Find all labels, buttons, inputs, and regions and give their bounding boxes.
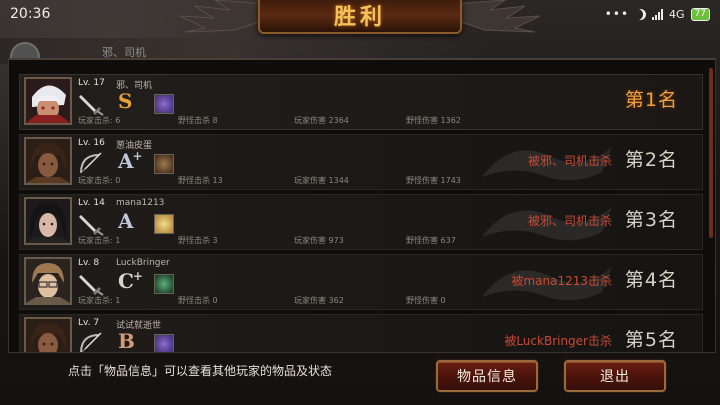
player-kills: 玩家击杀: 6 bbox=[78, 116, 121, 125]
avatar[interactable] bbox=[24, 257, 72, 305]
monster-kills: 野怪击杀 3 bbox=[178, 236, 218, 245]
sword-icon bbox=[79, 95, 104, 116]
player-row: Lv. 17 邪、司机 S 玩家击杀: 6 野怪击杀 8 玩家伤害 2364 野… bbox=[19, 74, 703, 130]
rank-label: 第1名 bbox=[624, 89, 678, 111]
avatar[interactable] bbox=[24, 77, 72, 125]
bow-icon bbox=[80, 152, 102, 174]
sword-icon bbox=[79, 275, 104, 296]
monster-damage: 野怪伤害 637 bbox=[406, 236, 456, 245]
player-level: Lv. 17 bbox=[78, 78, 105, 88]
avatar[interactable] bbox=[24, 137, 72, 185]
player-row: Lv. 7 试试就逝世 B 被LuckBringer击杀 第5名 bbox=[19, 314, 703, 353]
rank-label: 第3名 bbox=[624, 209, 678, 231]
player-damage: 玩家伤害 362 bbox=[294, 296, 344, 305]
performance-grade: B bbox=[118, 329, 135, 353]
player-level: Lv. 7 bbox=[78, 318, 100, 328]
monster-kills: 野怪击杀 8 bbox=[178, 116, 218, 125]
player-level: Lv. 14 bbox=[78, 198, 105, 208]
performance-grade: A+ bbox=[118, 149, 143, 173]
bow-icon bbox=[80, 332, 102, 352]
item-icon[interactable] bbox=[154, 274, 174, 294]
player-name: LuckBringer bbox=[116, 258, 170, 268]
player-kills: 玩家击杀: 0 bbox=[78, 176, 121, 185]
avatar[interactable] bbox=[24, 197, 72, 245]
player-damage: 玩家伤害 2364 bbox=[294, 116, 349, 125]
hint-text: 点击「物品信息」可以查看其他玩家的物品及状态 bbox=[68, 364, 333, 378]
moon-icon bbox=[635, 9, 646, 20]
monster-kills: 野怪击杀 13 bbox=[178, 176, 223, 185]
player-damage: 玩家伤害 973 bbox=[294, 236, 344, 245]
scrollbar[interactable] bbox=[709, 68, 713, 238]
killed-by-text: 被邪、司机击杀 bbox=[527, 154, 612, 168]
ranking-panel[interactable]: Lv. 17 邪、司机 S 玩家击杀: 6 野怪击杀 8 玩家伤害 2364 野… bbox=[8, 58, 716, 353]
monster-damage: 野怪伤害 1743 bbox=[406, 176, 461, 185]
monster-damage: 野怪伤害 0 bbox=[406, 296, 446, 305]
rank-label: 第5名 bbox=[624, 329, 678, 351]
item-info-button[interactable]: 物品信息 bbox=[436, 360, 538, 392]
player-row: Lv. 14 mana1213 A 玩家击杀: 1 野怪击杀 3 玩家伤害 97… bbox=[19, 194, 703, 250]
item-icon[interactable] bbox=[154, 334, 174, 352]
monster-damage: 野怪伤害 1362 bbox=[406, 116, 461, 125]
performance-grade: A bbox=[118, 209, 134, 233]
item-icon[interactable] bbox=[154, 214, 174, 234]
clock: 20:36 bbox=[10, 6, 51, 22]
player-level: Lv. 8 bbox=[78, 258, 100, 268]
status-icons: ••• 4G 77 bbox=[605, 7, 710, 21]
player-damage: 玩家伤害 1344 bbox=[294, 176, 349, 185]
player-name: mana1213 bbox=[116, 198, 165, 208]
battery-icon: 77 bbox=[690, 7, 710, 21]
player-row: Lv. 16 葱油皮蛋 A+ 玩家击杀: 0 野怪击杀 13 玩家伤害 1344… bbox=[19, 134, 703, 190]
more-dots-icon: ••• bbox=[604, 7, 630, 21]
rank-label: 第2名 bbox=[624, 149, 678, 171]
player-level: Lv. 16 bbox=[78, 138, 105, 148]
killed-by-text: 被mana1213击杀 bbox=[511, 274, 612, 288]
signal-icon bbox=[652, 8, 664, 20]
item-icon[interactable] bbox=[154, 154, 174, 174]
status-bar: 20:36 ••• 4G 77 bbox=[0, 0, 720, 30]
performance-grade: S bbox=[118, 89, 133, 113]
killed-by-text: 被邪、司机击杀 bbox=[527, 214, 612, 228]
avatar[interactable] bbox=[24, 317, 72, 352]
player-kills: 玩家击杀: 1 bbox=[78, 236, 121, 245]
player-row: Lv. 8 LuckBringer C+ 玩家击杀: 1 野怪击杀 0 玩家伤害… bbox=[19, 254, 703, 310]
network-label: 4G bbox=[669, 7, 685, 21]
rank-label: 第4名 bbox=[624, 269, 678, 291]
sword-icon bbox=[79, 215, 104, 236]
performance-grade: C+ bbox=[118, 269, 143, 293]
monster-kills: 野怪击杀 0 bbox=[178, 296, 218, 305]
killed-by-text: 被LuckBringer击杀 bbox=[504, 334, 612, 348]
player-kills: 玩家击杀: 1 bbox=[78, 296, 121, 305]
exit-button[interactable]: 退出 bbox=[564, 360, 666, 392]
item-icon[interactable] bbox=[154, 94, 174, 114]
